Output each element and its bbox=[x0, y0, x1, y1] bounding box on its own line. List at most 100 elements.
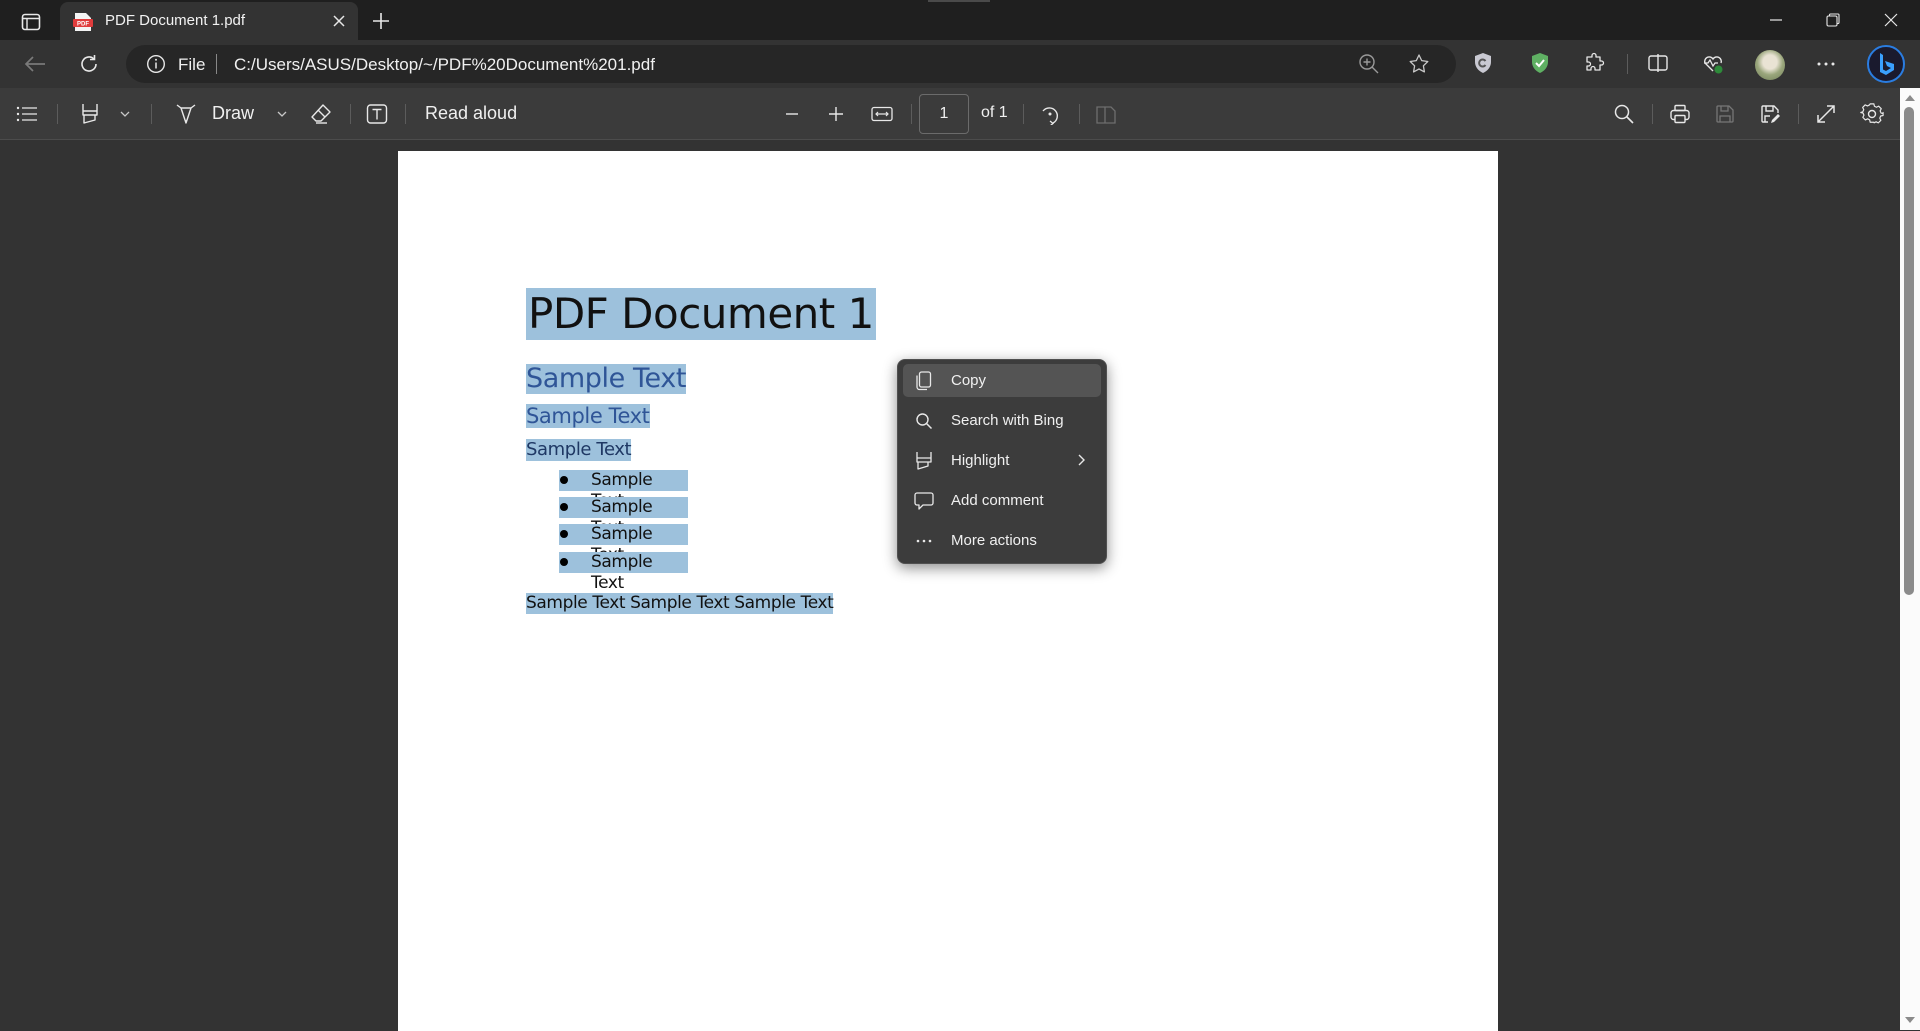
shield-extension-icon[interactable] bbox=[1473, 52, 1493, 74]
extensions-icon[interactable] bbox=[1584, 52, 1606, 74]
minimize-icon bbox=[1770, 19, 1782, 21]
menu-item-search-with-bing[interactable]: Search with Bing bbox=[903, 404, 1101, 437]
tab-actions-button[interactable] bbox=[14, 8, 48, 36]
scroll-down-arrow-icon[interactable] bbox=[1904, 1016, 1916, 1024]
restore-button[interactable] bbox=[1818, 8, 1848, 32]
toolbar-separator bbox=[1627, 54, 1628, 74]
plus-icon bbox=[829, 107, 843, 121]
page-view-icon bbox=[1096, 106, 1116, 124]
chevron-down-icon bbox=[277, 111, 287, 117]
bullet-list-item: Sample Text bbox=[559, 470, 688, 511]
restore-icon bbox=[1826, 13, 1840, 27]
print-button[interactable] bbox=[1667, 101, 1693, 127]
find-button[interactable] bbox=[1611, 101, 1637, 127]
adguard-extension-icon[interactable] bbox=[1530, 52, 1550, 74]
bing-copilot-icon[interactable] bbox=[1866, 44, 1906, 84]
page-number-input[interactable] bbox=[919, 94, 969, 134]
add-text-button[interactable] bbox=[364, 101, 390, 127]
fullscreen-button[interactable] bbox=[1813, 101, 1839, 127]
pdf-page[interactable]: PDF Document 1 Sample Text Sample Text S… bbox=[398, 151, 1498, 1031]
site-info-icon[interactable] bbox=[146, 54, 166, 74]
menu-item-highlight[interactable]: Highlight bbox=[903, 444, 1101, 477]
more-icon bbox=[916, 539, 932, 543]
zoom-out-button[interactable] bbox=[780, 102, 804, 126]
vertical-scrollbar[interactable] bbox=[1900, 88, 1920, 1030]
navigation-bar: File C:/Users/ASUS/Desktop/~/PDF%20Docum… bbox=[0, 40, 1920, 88]
bullet-icon bbox=[560, 476, 568, 484]
save-icon bbox=[1716, 105, 1734, 123]
chevron-down-icon bbox=[120, 111, 130, 117]
menu-item-label: Highlight bbox=[951, 452, 1010, 469]
pdf-file-icon: PDF bbox=[73, 13, 93, 31]
table-of-contents-button[interactable] bbox=[14, 102, 40, 126]
search-icon bbox=[916, 413, 933, 430]
toolbar-separator bbox=[151, 104, 152, 124]
highlight-button[interactable] bbox=[78, 100, 102, 128]
draw-options-dropdown[interactable] bbox=[274, 106, 290, 122]
window-drag-handle[interactable] bbox=[928, 0, 990, 2]
scroll-up-arrow-icon[interactable] bbox=[1904, 94, 1916, 102]
close-window-button[interactable] bbox=[1876, 8, 1906, 32]
new-tab-icon[interactable] bbox=[368, 8, 394, 34]
split-screen-icon[interactable] bbox=[1647, 52, 1669, 74]
draw-pen-button[interactable] bbox=[174, 100, 198, 128]
menu-item-add-comment[interactable]: Add comment bbox=[903, 484, 1101, 517]
close-window-icon bbox=[1884, 13, 1898, 27]
back-button[interactable] bbox=[21, 50, 49, 78]
toolbar-separator bbox=[350, 104, 351, 124]
heading-level-3: Sample Text bbox=[526, 439, 632, 461]
draw-label[interactable]: Draw bbox=[212, 103, 254, 124]
search-icon bbox=[1614, 104, 1634, 124]
minus-icon bbox=[786, 113, 798, 115]
more-menu-icon[interactable] bbox=[1814, 52, 1838, 76]
read-aloud-button[interactable]: Read aloud bbox=[425, 103, 517, 124]
erase-button[interactable] bbox=[308, 101, 334, 127]
scrollbar-thumb[interactable] bbox=[1904, 107, 1914, 595]
comment-icon bbox=[914, 492, 934, 510]
url-text[interactable]: C:/Users/ASUS/Desktop/~/PDF%20Document%2… bbox=[234, 55, 655, 75]
browser-tab-active[interactable]: PDF PDF Document 1.pdf bbox=[60, 2, 358, 40]
printer-icon bbox=[1670, 104, 1690, 124]
back-arrow-icon bbox=[24, 56, 45, 72]
context-menu: Copy Search with Bing Highlight Add comm… bbox=[897, 359, 1107, 564]
zoom-in-icon[interactable] bbox=[1358, 53, 1380, 75]
draw-pen-icon bbox=[176, 104, 196, 124]
page-view-button[interactable] bbox=[1093, 101, 1119, 127]
bullet-list-item: Sample Text bbox=[559, 524, 688, 565]
pdf-viewer-area[interactable]: PDF Document 1 Sample Text Sample Text S… bbox=[0, 141, 1900, 1031]
save-as-button[interactable] bbox=[1757, 101, 1783, 127]
document-title: PDF Document 1 bbox=[526, 288, 876, 340]
title-bar: PDF PDF Document 1.pdf bbox=[0, 0, 1920, 40]
address-bar[interactable]: File C:/Users/ASUS/Desktop/~/PDF%20Docum… bbox=[126, 45, 1456, 83]
text-box-icon bbox=[366, 104, 388, 124]
bullet-icon bbox=[560, 558, 568, 566]
bullet-icon bbox=[560, 530, 568, 538]
tab-actions-icon bbox=[21, 13, 41, 31]
heading-level-1: Sample Text bbox=[526, 363, 687, 394]
toolbar-separator bbox=[911, 104, 912, 124]
minimize-button[interactable] bbox=[1761, 8, 1791, 32]
close-tab-icon[interactable] bbox=[330, 12, 348, 30]
highlight-options-dropdown[interactable] bbox=[117, 106, 133, 122]
heading-level-2: Sample Text bbox=[526, 404, 650, 428]
rotate-button[interactable] bbox=[1037, 101, 1063, 127]
toolbar-separator bbox=[57, 104, 58, 124]
gear-icon bbox=[1860, 103, 1884, 124]
menu-item-copy[interactable]: Copy bbox=[903, 364, 1101, 397]
tab-title: PDF Document 1.pdf bbox=[105, 12, 246, 29]
highlighter-icon bbox=[82, 104, 98, 124]
pdf-settings-button[interactable] bbox=[1858, 100, 1886, 128]
browser-essentials-icon[interactable] bbox=[1701, 52, 1725, 76]
zoom-in-button[interactable] bbox=[824, 102, 848, 126]
refresh-button[interactable] bbox=[75, 50, 103, 78]
menu-item-label: Add comment bbox=[951, 492, 1044, 509]
profile-avatar[interactable] bbox=[1755, 50, 1785, 80]
menu-item-more-actions[interactable]: More actions bbox=[903, 524, 1101, 557]
refresh-icon bbox=[81, 55, 97, 72]
fit-to-width-button[interactable] bbox=[869, 102, 895, 126]
favorite-star-icon[interactable] bbox=[1408, 53, 1430, 75]
toolbar-separator bbox=[1023, 104, 1024, 124]
menu-item-label: Search with Bing bbox=[951, 412, 1064, 429]
save-as-icon bbox=[1761, 105, 1780, 123]
save-button[interactable] bbox=[1712, 101, 1738, 127]
